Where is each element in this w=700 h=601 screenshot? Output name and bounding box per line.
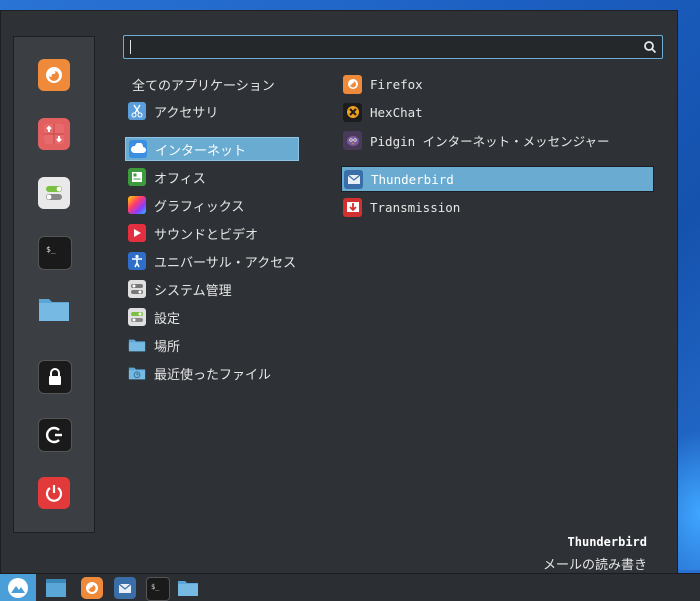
- settings-icon: [128, 308, 146, 326]
- fav-software-manager[interactable]: [38, 118, 70, 150]
- app-label: Transmission: [370, 199, 461, 215]
- firefox-icon: [46, 67, 62, 83]
- fav-firefox[interactable]: [38, 59, 70, 91]
- app-hexchat[interactable]: HexChat: [341, 99, 654, 125]
- app-transmission[interactable]: Transmission: [341, 194, 654, 220]
- app-firefox[interactable]: Firefox: [341, 71, 654, 97]
- hexchat-icon: [343, 102, 362, 122]
- desktop-icon: [46, 579, 66, 597]
- search-input[interactable]: [130, 38, 634, 58]
- category-universal-access[interactable]: ユニバーサル・アクセス: [125, 249, 299, 273]
- text-caret: [130, 40, 131, 54]
- category-label: サウンドとビデオ: [154, 227, 259, 243]
- svg-text:$_: $_: [46, 245, 56, 254]
- category-label: 設定: [154, 311, 181, 327]
- menu-logo-icon: [8, 577, 28, 598]
- taskbar-thunderbird[interactable]: [114, 577, 136, 599]
- thunderbird-icon: [344, 169, 363, 189]
- favorites-sidebar: $_: [13, 36, 95, 533]
- fav-files[interactable]: [38, 293, 70, 325]
- svg-text:$_: $_: [151, 583, 160, 591]
- category-label: グラフィックス: [154, 199, 245, 215]
- pidgin-icon: [343, 130, 362, 150]
- app-pidgin[interactable]: Pidgin インターネット・メッセンジャー: [341, 127, 654, 153]
- application-menu: $_ 全てのアプリケーション アクセサリ インターネット オフィス グラフィック…: [0, 10, 678, 575]
- category-places[interactable]: 場所: [125, 333, 299, 357]
- search-box[interactable]: [123, 35, 663, 59]
- app-label: Thunderbird: [371, 171, 454, 187]
- play-icon: [128, 224, 146, 242]
- category-accessories[interactable]: アクセサリ: [125, 99, 299, 123]
- selected-app-name: Thunderbird: [567, 535, 647, 549]
- app-label: HexChat: [370, 104, 423, 120]
- taskbar-files[interactable]: [177, 577, 199, 599]
- category-recent-files[interactable]: 最近使ったファイル: [125, 361, 299, 385]
- category-internet[interactable]: インターネット: [125, 137, 299, 161]
- lock-icon: [49, 368, 61, 385]
- places-folder-icon: [128, 336, 146, 354]
- power-icon: [45, 485, 63, 502]
- scissors-icon: [128, 102, 146, 120]
- firefox-icon: [343, 74, 362, 94]
- app-label: Firefox: [370, 76, 423, 92]
- fav-log-out[interactable]: [38, 418, 72, 452]
- office-icon: [128, 168, 146, 186]
- category-label: アクセサリ: [154, 105, 219, 121]
- category-label: システム管理: [154, 283, 232, 299]
- category-sound-and-video[interactable]: サウンドとビデオ: [125, 221, 299, 245]
- accessibility-icon: [128, 252, 146, 270]
- logout-icon: [45, 426, 62, 444]
- category-office[interactable]: オフィス: [125, 165, 299, 189]
- app-thunderbird[interactable]: Thunderbird: [341, 166, 654, 192]
- search-icon: [644, 41, 657, 54]
- graphics-icon: [128, 196, 146, 214]
- category-label: 最近使ったファイル: [154, 367, 272, 383]
- transmission-icon: [343, 197, 362, 217]
- taskbar-terminal[interactable]: $_: [146, 577, 170, 601]
- thunderbird-icon: [118, 583, 132, 593]
- category-label: ユニバーサル・アクセス: [154, 255, 297, 271]
- firefox-icon: [86, 582, 98, 594]
- fav-terminal[interactable]: $_: [38, 236, 72, 270]
- app-label: Pidgin インターネット・メッセンジャー: [370, 133, 610, 149]
- folder-icon: [178, 581, 198, 596]
- system-admin-icon: [128, 280, 146, 298]
- settings-toggle-icon: [46, 186, 62, 200]
- fav-settings[interactable]: [38, 177, 70, 209]
- category-label: インターネット: [155, 143, 247, 159]
- fav-shut-down[interactable]: [38, 477, 70, 509]
- category-label: オフィス: [154, 171, 206, 187]
- terminal-icon: $_: [151, 583, 160, 591]
- taskbar-firefox[interactable]: [81, 577, 103, 599]
- category-settings[interactable]: 設定: [125, 305, 299, 329]
- category-graphics[interactable]: グラフィックス: [125, 193, 299, 217]
- cloud-icon: [129, 140, 147, 158]
- taskbar: $_: [0, 573, 700, 601]
- software-manager-icon: [44, 124, 64, 144]
- category-system-administration[interactable]: システム管理: [125, 277, 299, 301]
- fav-lock-screen[interactable]: [38, 360, 72, 394]
- menu-button[interactable]: [0, 574, 36, 601]
- folder-icon: [39, 299, 69, 321]
- category-label: 場所: [154, 339, 181, 355]
- terminal-icon: $_: [46, 245, 56, 254]
- category-all-applications[interactable]: 全てのアプリケーション: [132, 75, 275, 94]
- selected-app-description: メールの読み書き: [542, 558, 647, 573]
- recent-files-icon: [128, 364, 146, 382]
- taskbar-show-desktop[interactable]: [45, 577, 67, 599]
